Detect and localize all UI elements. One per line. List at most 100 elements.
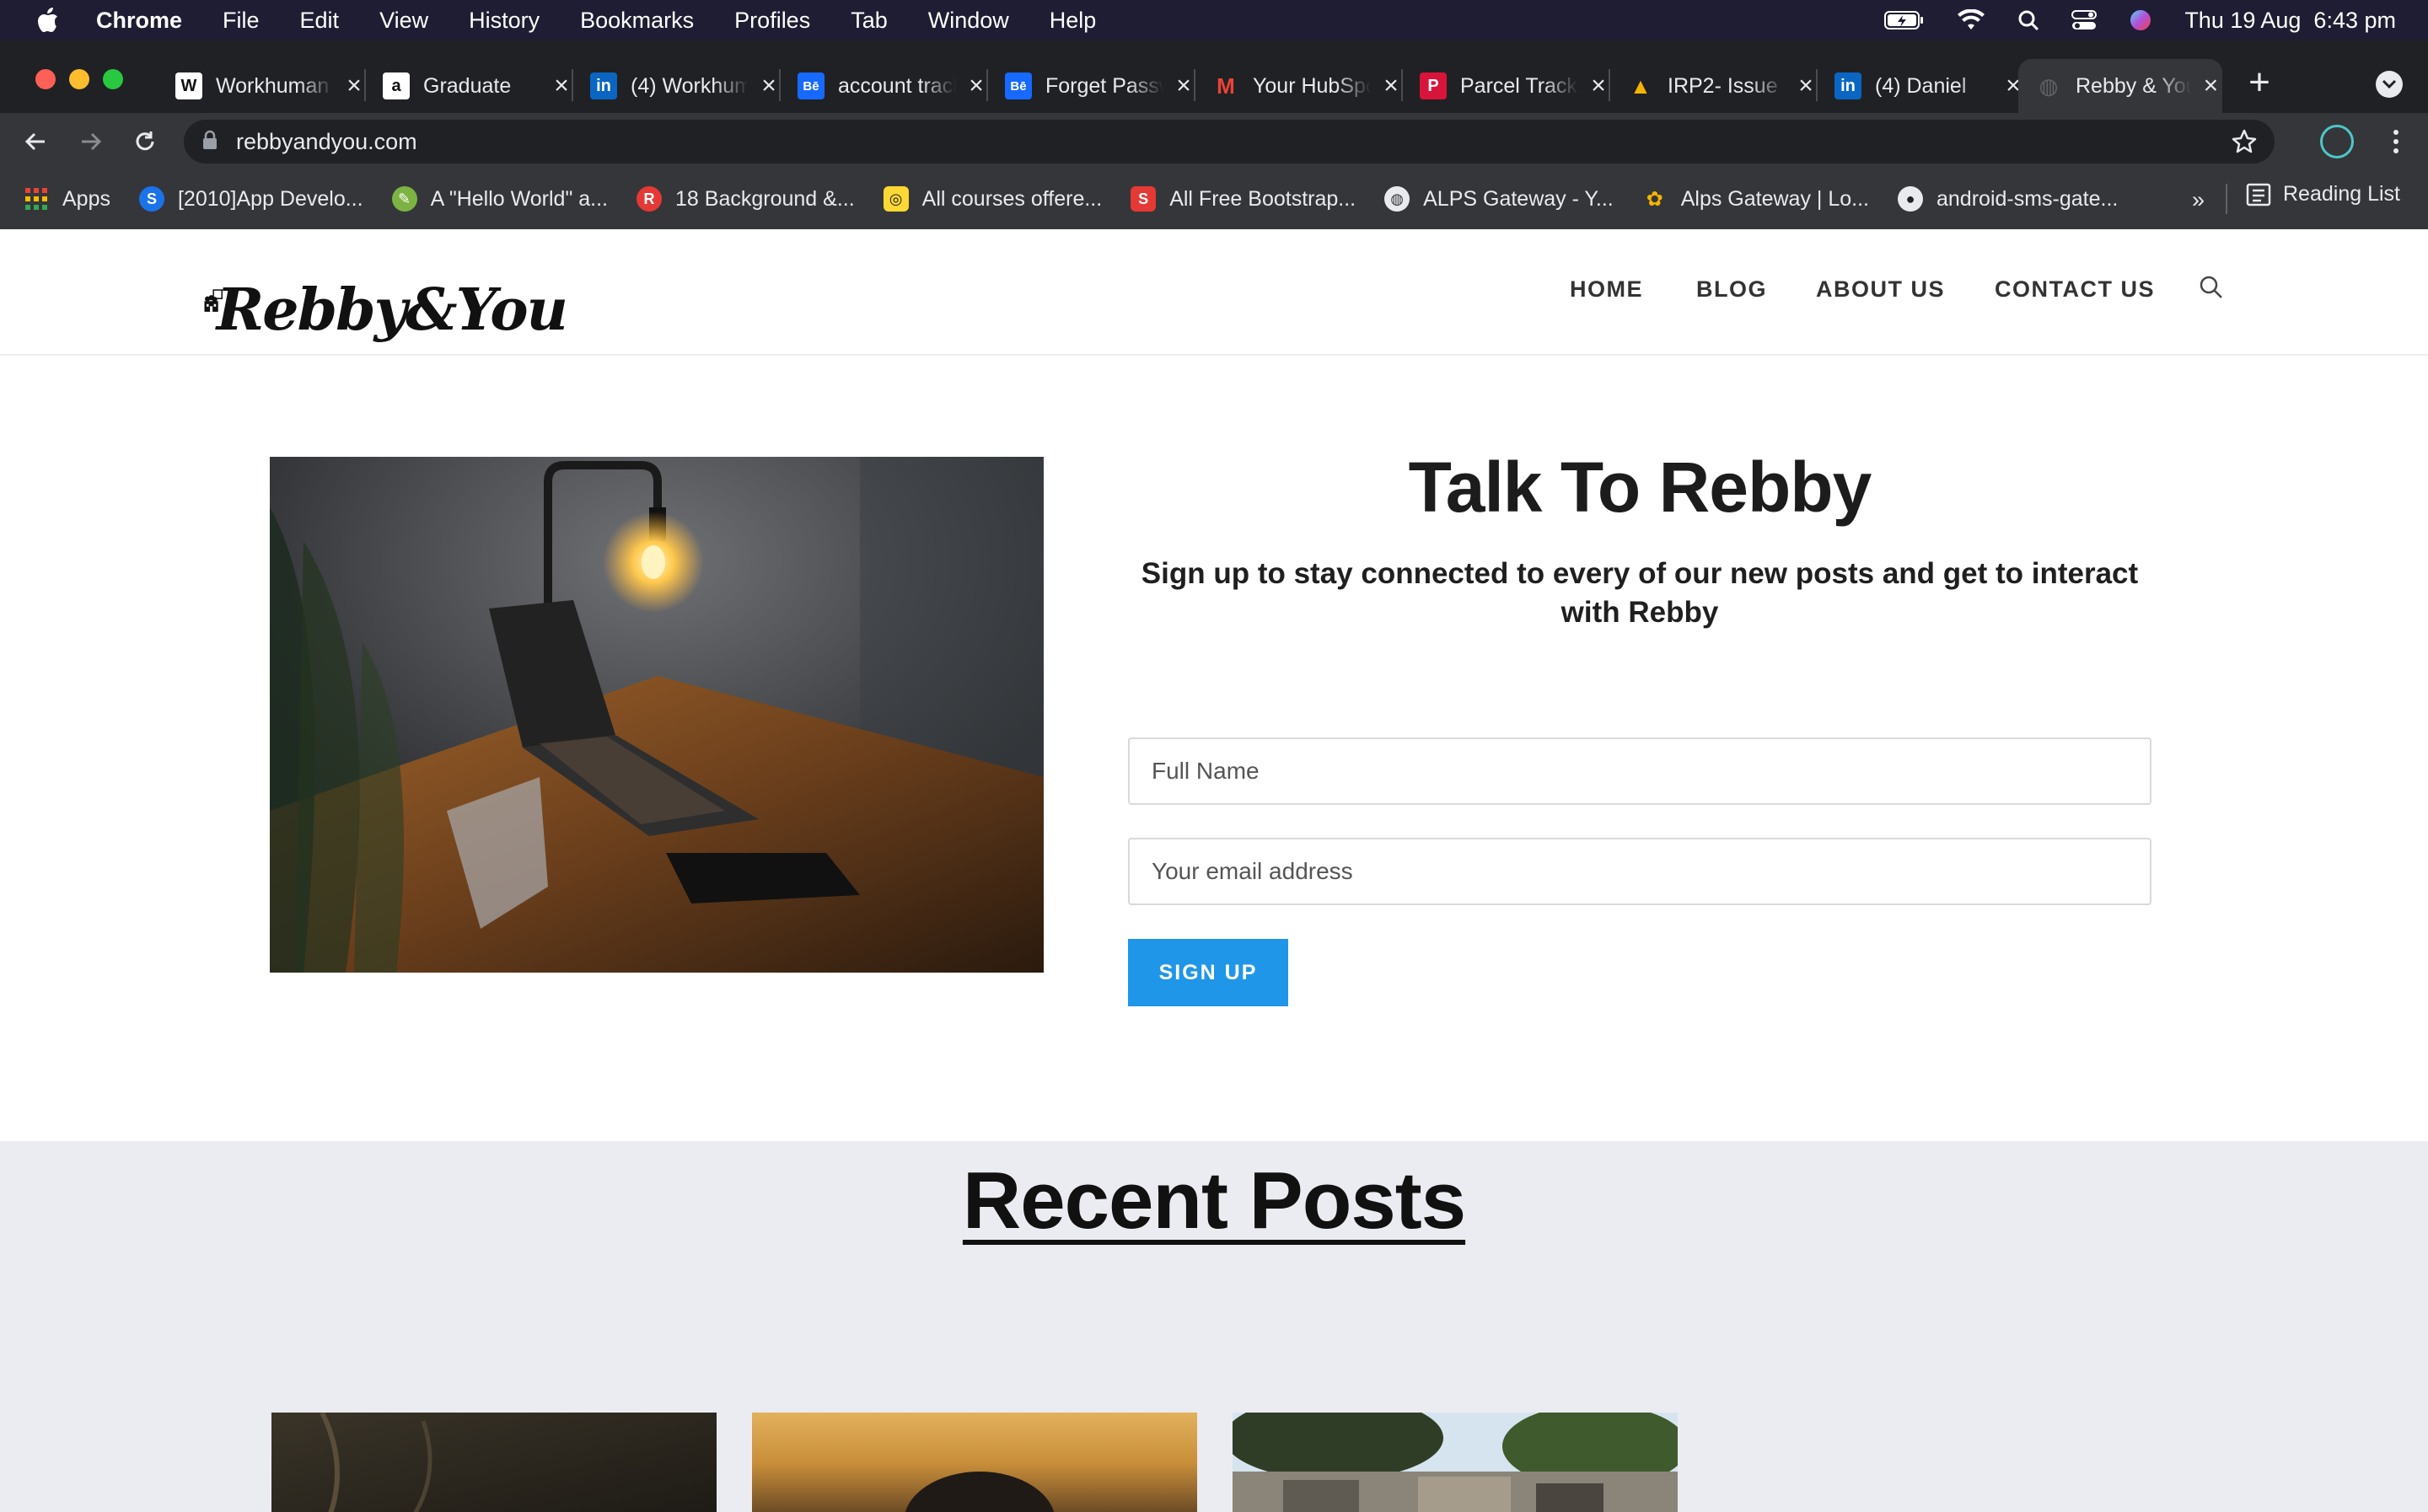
reload-button[interactable] <box>128 125 162 158</box>
bookmark-18-background[interactable]: R 18 Background &... <box>637 186 855 212</box>
close-window-button[interactable] <box>35 69 56 89</box>
menu-tab[interactable]: Tab <box>851 8 888 34</box>
menu-help[interactable]: Help <box>1050 8 1097 34</box>
tab-close-icon[interactable]: × <box>757 72 781 99</box>
menubar-datetime[interactable]: Thu 19 Aug 6:43 pm <box>2184 8 2396 34</box>
bookmark-star-icon[interactable] <box>2231 128 2258 159</box>
address-bar[interactable]: rebbyandyou.com <box>184 120 2275 164</box>
tab-favicon-icon: W <box>175 72 202 99</box>
bookmark-all-courses[interactable]: ◎ All courses offere... <box>883 186 1103 212</box>
tab-favicon-icon: in <box>1834 72 1861 99</box>
bookmark-app-develo[interactable]: S [2010]App Develo... <box>138 186 363 212</box>
chevron-down-icon <box>2382 79 2397 89</box>
forward-button[interactable] <box>74 125 108 158</box>
tab-forget-password[interactable]: Bē Forget Password × <box>1005 59 1195 113</box>
logo-wordmark: Rebby&You <box>216 276 568 344</box>
tab-account-tracking[interactable]: Bē account tracking × <box>798 59 988 113</box>
tab-workhuman[interactable]: W Workhuman × <box>175 59 366 113</box>
bookmark-bootstrap[interactable]: S All Free Bootstrap... <box>1131 186 1356 212</box>
bookmark-apps[interactable]: Apps <box>24 186 110 212</box>
minimize-window-button[interactable] <box>69 69 89 89</box>
post-thumbnail-2[interactable] <box>752 1413 1197 1512</box>
chrome-menu-icon[interactable] <box>2379 125 2413 158</box>
tab-favicon-icon: a <box>383 72 410 99</box>
menu-view[interactable]: View <box>379 8 428 34</box>
zoom-window-button[interactable] <box>103 69 123 89</box>
nav-about-us[interactable]: ABOUT US <box>1816 276 1945 303</box>
sign-up-button[interactable]: SIGN UP <box>1128 939 1288 1006</box>
menu-history[interactable]: History <box>469 8 540 34</box>
reading-list-button[interactable]: Reading List <box>2246 182 2400 206</box>
bookmarks-overflow-button[interactable]: » <box>2192 187 2205 213</box>
bookmark-label: All Free Bootstrap... <box>1169 186 1356 211</box>
tab-linkedin-workhuman[interactable]: in (4) Workhuman × <box>590 59 781 113</box>
post-thumbnail-1[interactable] <box>271 1413 717 1512</box>
tab-close-icon[interactable]: × <box>1379 72 1403 99</box>
google-drive-icon: ▲ <box>1630 72 1652 99</box>
tab-hubspot-gmail[interactable]: M Your HubSpot × <box>1212 59 1403 113</box>
tab-close-icon[interactable]: × <box>1587 72 1610 99</box>
new-tab-button[interactable]: + <box>2243 62 2276 103</box>
tab-irp2-issue[interactable]: ▲ IRP2- Issue × <box>1627 59 1818 113</box>
profile-avatar[interactable] <box>2320 125 2354 158</box>
control-center-icon[interactable] <box>2071 9 2098 31</box>
tab-rebby-and-you[interactable]: ◍ Rebby & You × <box>2018 59 2222 113</box>
tab-separator <box>572 69 573 101</box>
bookmarks-separator <box>2226 184 2227 214</box>
tab-title: Workhuman <box>216 73 330 98</box>
menu-bookmarks[interactable]: Bookmarks <box>580 8 694 34</box>
tab-close-icon[interactable]: × <box>2200 72 2222 99</box>
bookmark-label: Alps Gateway | Lo... <box>1680 186 1869 211</box>
nav-blog[interactable]: BLOG <box>1696 276 1767 303</box>
menu-edit[interactable]: Edit <box>300 8 340 34</box>
apps-grid-icon <box>24 186 49 212</box>
lock-icon[interactable] <box>202 130 218 154</box>
menu-file[interactable]: File <box>223 8 260 34</box>
bookmark-alps-gateway-lo[interactable]: ✿ Alps Gateway | Lo... <box>1642 186 1869 212</box>
bookmark-label: 18 Background &... <box>675 186 855 211</box>
menu-window[interactable]: Window <box>928 8 1009 34</box>
tab-linkedin-daniel[interactable]: in (4) Daniel × <box>1834 59 2025 113</box>
github-icon: ● <box>1898 186 1923 212</box>
siri-icon[interactable] <box>2129 8 2152 32</box>
tab-close-icon[interactable]: × <box>964 72 988 99</box>
battery-icon[interactable] <box>1884 10 1925 30</box>
tab-close-icon[interactable]: × <box>342 72 366 99</box>
bookmark-favicon-icon: R <box>637 186 663 212</box>
email-input[interactable] <box>1128 838 2151 905</box>
apple-icon[interactable] <box>34 6 62 35</box>
tab-title: IRP2- Issue <box>1668 73 1778 98</box>
menu-app-name[interactable]: Chrome <box>96 8 182 34</box>
back-button[interactable] <box>19 125 52 158</box>
bookmark-label: android-sms-gate... <box>1936 186 2119 211</box>
wifi-icon[interactable] <box>1957 9 1985 31</box>
nav-home[interactable]: HOME <box>1570 276 1643 303</box>
full-name-input[interactable] <box>1128 737 2151 805</box>
tab-graduate[interactable]: a Graduate × <box>383 59 573 113</box>
site-search-icon[interactable] <box>2199 275 2224 304</box>
nav-contact-us[interactable]: CONTACT US <box>1995 276 2155 303</box>
web-page: Rebby&You HOME BLOG ABOUT US CONTACT US <box>0 229 2428 1512</box>
tab-parcel-tracking[interactable]: P Parcel Tracking × <box>1420 59 1610 113</box>
bookmark-alps-gateway-y[interactable]: ◍ ALPS Gateway - Y... <box>1384 186 1614 212</box>
bookmark-android-sms-gateway[interactable]: ● android-sms-gate... <box>1898 186 2118 212</box>
tab-close-icon[interactable]: × <box>1172 72 1195 99</box>
bookmark-favicon-icon: ✎ <box>391 186 417 212</box>
site-logo[interactable]: Rebby&You <box>204 246 568 347</box>
url-text[interactable]: rebbyandyou.com <box>236 129 417 155</box>
tab-search-button[interactable] <box>2376 71 2403 98</box>
bookmark-label: All courses offere... <box>921 186 1103 211</box>
tab-close-icon[interactable]: × <box>1794 72 1818 99</box>
bookmark-hello-world[interactable]: ✎ A "Hello World" a... <box>391 186 608 212</box>
spotlight-search-icon[interactable] <box>2017 9 2039 31</box>
tab-favicon-icon: in <box>590 72 617 99</box>
tab-separator <box>1609 69 1610 101</box>
post-thumbnail-3[interactable] <box>1233 1413 1678 1512</box>
browser-window: W Workhuman × a Graduate × in (4) Workhu… <box>0 40 2428 229</box>
tab-separator <box>1816 69 1818 101</box>
desk-lamp-photo <box>270 457 1044 973</box>
hero-title: Talk To Rebby <box>1408 448 1872 527</box>
menu-profiles[interactable]: Profiles <box>734 8 810 34</box>
tab-close-icon[interactable]: × <box>550 72 573 99</box>
reload-icon <box>136 131 154 151</box>
